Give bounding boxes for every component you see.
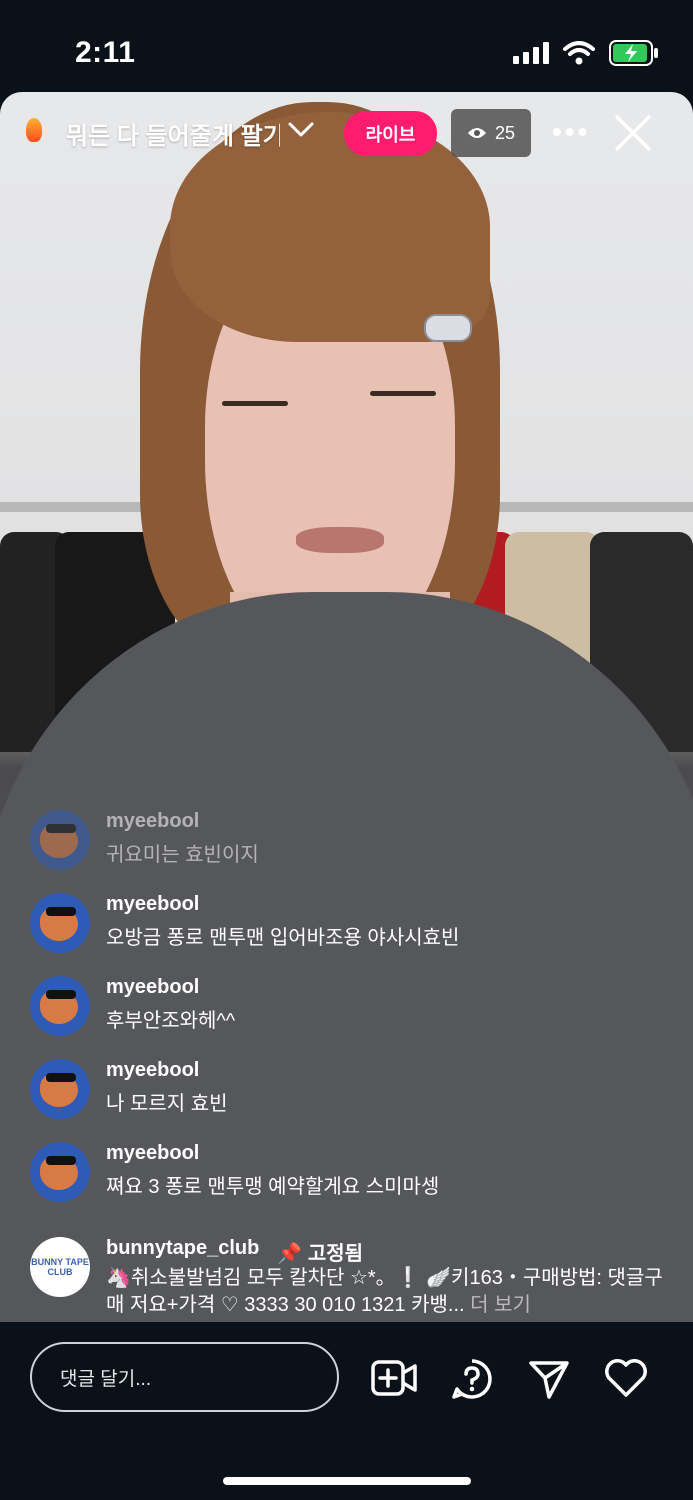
comment-item: myeebool 나 모르지 효빈 xyxy=(30,1057,670,1140)
person-eye xyxy=(222,401,288,406)
comment-item: myeebool 오방금 퐁로 맨투맨 입어바조용 야사시효빈 xyxy=(30,891,670,974)
viewer-count: 25 xyxy=(494,122,516,143)
person-eye xyxy=(370,391,436,396)
comment-input[interactable]: 댓글 달기... xyxy=(30,1342,339,1412)
comment-text: 귀요미는 효빈이지 xyxy=(106,844,259,866)
person-lips xyxy=(296,527,384,553)
eye-icon xyxy=(467,128,486,138)
status-icons xyxy=(513,40,659,66)
pinned-comment: BUNNY TAPE CLUB bunnytape_club 📌 고정됨 🦄취소… xyxy=(30,1223,670,1333)
user-avatar[interactable] xyxy=(30,976,90,1036)
user-avatar[interactable] xyxy=(30,893,90,953)
pinned-label: 📌 고정됨 xyxy=(277,1243,364,1265)
see-more-link[interactable]: 더 보기 xyxy=(470,1294,531,1316)
comment-text: 후부안조와헤^^ xyxy=(106,1010,236,1032)
home-indicator[interactable] xyxy=(223,1477,471,1485)
comment-item: myeebool 쪄요 3 퐁로 맨투맹 예약할게요 스미마셍 xyxy=(30,1140,670,1223)
comment-item: myeebool 후부안조와헤^^ xyxy=(30,974,670,1057)
bottom-bar: 댓글 달기... xyxy=(0,1322,693,1500)
comment-username[interactable]: myeebool xyxy=(106,810,199,833)
comment-text: 나 모르지 효빈 xyxy=(106,1093,228,1115)
comment-username[interactable]: myeebool xyxy=(106,1142,199,1165)
comment-username[interactable]: myeebool xyxy=(106,893,199,916)
flame-icon xyxy=(26,118,42,142)
heart-icon[interactable] xyxy=(604,1358,648,1398)
comment-text: 쪄요 3 퐁로 맨투맹 예약할게요 스미마셍 xyxy=(106,1176,440,1198)
viewer-count-badge[interactable]: 25 xyxy=(451,109,531,157)
question-icon[interactable] xyxy=(451,1358,493,1400)
live-header: 뭐든 다 들어줄게 팔기 라이브 25 ••• xyxy=(0,92,693,172)
comment-item: myeebool 귀요미는 효빈이지 xyxy=(30,808,670,891)
battery-charging-icon xyxy=(609,40,658,66)
live-title[interactable]: 뭐든 다 들어줄게 팔기 xyxy=(66,116,280,151)
shop-avatar[interactable]: BUNNY TAPE CLUB xyxy=(30,1237,90,1297)
user-avatar[interactable] xyxy=(30,1059,90,1119)
pinned-username[interactable]: bunnytape_club xyxy=(106,1237,259,1266)
add-video-guest-icon[interactable] xyxy=(371,1358,417,1398)
send-icon[interactable] xyxy=(528,1358,570,1400)
comment-username[interactable]: myeebool xyxy=(106,1059,199,1082)
cellular-signal-icon xyxy=(513,42,549,64)
comment-text: 오방금 퐁로 맨투맨 입어바조용 야사시효빈 xyxy=(106,927,460,949)
status-bar: 2:11 xyxy=(0,0,693,92)
pinned-text: 🦄취소불발넘김 모두 칼차단 ☆*。❕ 🪽키163・구매방법: 댓글구매 저요+… xyxy=(106,1267,663,1316)
wifi-icon xyxy=(563,41,595,65)
comment-username[interactable]: myeebool xyxy=(106,976,199,999)
user-avatar[interactable] xyxy=(30,810,90,870)
close-icon[interactable] xyxy=(614,114,652,152)
more-options-icon[interactable]: ••• xyxy=(552,116,590,148)
hair-clip xyxy=(424,314,472,342)
pin-icon: 📌 xyxy=(277,1243,303,1265)
chevron-down-icon[interactable] xyxy=(288,122,314,138)
comment-feed: myeebool 귀요미는 효빈이지 myeebool 오방금 퐁로 맨투맨 입… xyxy=(30,808,670,1333)
user-avatar[interactable] xyxy=(30,1142,90,1202)
live-badge: 라이브 xyxy=(344,111,437,156)
status-time: 2:11 xyxy=(75,36,136,69)
